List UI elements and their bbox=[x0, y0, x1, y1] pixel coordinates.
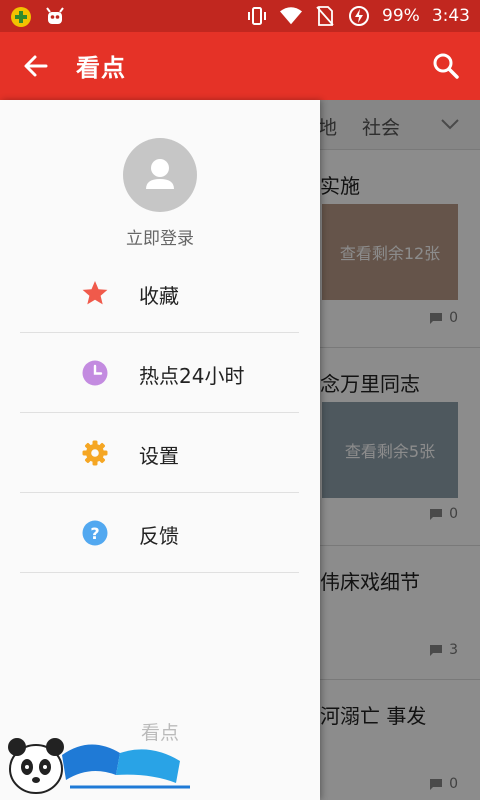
login-link[interactable]: 立即登录 bbox=[0, 224, 320, 249]
app-bar: 看点 bbox=[0, 32, 480, 100]
clock-time: 3:43 bbox=[431, 6, 470, 26]
search-icon[interactable] bbox=[432, 52, 460, 80]
vibrate-icon bbox=[246, 5, 268, 27]
wifi-icon bbox=[280, 5, 303, 27]
avatar[interactable] bbox=[123, 138, 197, 212]
person-icon bbox=[146, 159, 174, 189]
svg-text:?: ? bbox=[90, 524, 99, 543]
drawer-item-settings[interactable]: 设置 bbox=[20, 413, 299, 493]
bug-icon bbox=[44, 6, 66, 28]
app-icon bbox=[10, 6, 32, 28]
clock-icon bbox=[82, 360, 108, 386]
drawer-item-favorites[interactable]: 收藏 bbox=[20, 253, 299, 333]
drawer-item-label: 反馈 bbox=[139, 524, 179, 548]
drawer-item-label: 收藏 bbox=[139, 284, 179, 308]
charging-icon bbox=[348, 5, 370, 27]
drawer-item-feedback[interactable]: ? 反馈 bbox=[20, 493, 299, 573]
drawer-item-label: 设置 bbox=[139, 444, 179, 468]
star-icon bbox=[82, 281, 108, 305]
no-sim-icon bbox=[314, 5, 336, 27]
navigation-drawer: 立即登录 收藏 热点24小时 设置 ? 反馈 看点 bbox=[0, 100, 320, 800]
battery-level: 99% bbox=[382, 6, 420, 26]
page-title: 看点 bbox=[76, 54, 126, 82]
status-bar: 99% 3:43 bbox=[0, 0, 480, 32]
gear-icon bbox=[82, 440, 108, 466]
watermark-logo bbox=[0, 725, 200, 800]
help-icon: ? bbox=[82, 520, 108, 546]
drawer-item-label: 热点24小时 bbox=[139, 364, 245, 388]
drawer-item-hot24[interactable]: 热点24小时 bbox=[20, 333, 299, 413]
back-arrow-icon[interactable] bbox=[22, 52, 50, 80]
